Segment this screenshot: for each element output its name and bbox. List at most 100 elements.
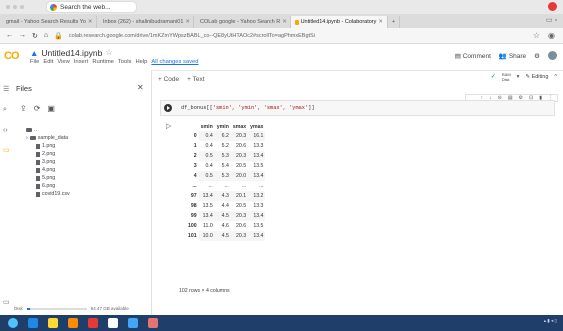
file-icon [36,151,40,157]
close-tab-icon[interactable]: ✕ [88,19,93,25]
row-index: 2 [193,153,197,159]
notebook-title[interactable]: ▲ Untitled14.ipynb ☆ [30,47,113,58]
taskbar-app-icon[interactable] [148,318,158,328]
file-item[interactable]: 6.png [26,182,70,190]
sidebar-title: Files [16,84,32,93]
row-index: 97 [190,193,197,199]
close-tab-icon[interactable]: ✕ [378,19,383,25]
chevron-down-icon[interactable]: ▾ [517,74,520,80]
changes-saved-link[interactable]: All changes saved [151,59,198,65]
browser-tab[interactable]: Inbox (262) - shalinibudramani01 ✕ [97,16,194,28]
table-cell: 13.5 [253,223,264,229]
folder-icon [29,136,36,140]
avatar[interactable] [548,51,557,60]
toc-icon[interactable]: ☰ [3,85,9,93]
output-icon[interactable]: ▷ [166,122,171,130]
upload-icon[interactable]: ⇪ [20,104,27,113]
web-search-input[interactable]: Search the web... [46,1,137,13]
table-cell: 20.0 [230,171,249,181]
star-icon[interactable]: ☆ [533,31,540,40]
taskbar-app-icon[interactable] [68,318,78,328]
menu-runtime[interactable]: Runtime [92,59,114,65]
settings-gear-icon[interactable]: ⚙ [534,52,540,60]
menu-view[interactable]: View [57,59,69,65]
code-snippets-icon[interactable]: ‹› [3,127,8,134]
add-text-button[interactable]: + Text [187,76,204,83]
file-item[interactable]: 3.png [26,158,70,166]
table-row: 1 0.4 5.2 20.6 13.3 [186,141,265,151]
window-buttons[interactable]: ▭▫ [546,16,559,24]
parent-dir[interactable]: .. [26,126,70,134]
taskbar-app-icon[interactable] [128,318,138,328]
star-outline-icon[interactable]: ☆ [105,47,113,58]
collapse-icon[interactable]: ^ [554,74,557,80]
code-cell[interactable]: df_bonus[['smin', 'ymin', 'smax', 'ymax'… [160,100,555,116]
table-cell: 20.5 [236,163,247,169]
opera-icon[interactable] [548,2,557,11]
notebook-title-text[interactable]: Untitled14.ipynb [41,48,102,58]
row-index: 4 [193,173,197,179]
menu-bar: File Edit View Insert Runtime Tools Help All ch… [30,59,198,65]
taskbar-app-icon[interactable] [108,318,118,328]
table-cell: ... [208,183,213,189]
dataframe-shape: 102 rows × 4 columns [179,288,230,294]
window-controls[interactable] [6,5,24,9]
run-cell-icon[interactable] [164,104,172,112]
taskbar-app-icon[interactable] [88,318,98,328]
menu-tools[interactable]: Tools [118,59,132,65]
colab-logo[interactable]: CO [4,50,19,62]
table-cell: 0.5 [198,171,215,181]
start-button[interactable] [8,318,18,328]
address-bar: ← → ↻ ⌂ 🔒 colab.research.google.com/driv… [0,28,563,44]
table-cell: 13.4 [248,231,266,241]
search-icon[interactable]: ⌕ [3,106,7,114]
browser-tab[interactable]: gmail - Yahoo Search Results Yo ✕ [0,16,97,28]
resources-indicator[interactable]: ✓ [491,74,496,80]
file-item[interactable]: 4.png [26,166,70,174]
tab-label: COLab google - Yahoo Search R [200,19,281,25]
taskbar-app-icon[interactable] [48,318,58,328]
share-button[interactable]: 👥 Share [499,52,526,60]
close-tab-icon[interactable]: ✕ [185,19,190,25]
table-cell: 4.4 [221,203,229,209]
editing-button[interactable]: ✎ Editing [525,74,548,80]
terminal-icon[interactable]: ▭ [3,298,10,306]
comment-button[interactable]: ▤ Comment [455,52,491,60]
url-field[interactable]: colab.research.google.com/drive/1mKZmYWp… [69,33,499,39]
forward-icon[interactable]: → [19,32,26,39]
menu-help[interactable]: Help [135,59,147,65]
table-cell: 20.6 [236,223,247,229]
file-item[interactable]: 2.png [26,150,70,158]
row-index: 101 [188,233,197,239]
folder-sample-data[interactable]: › sample_data [26,134,70,142]
table-cell: 13.4 [198,191,215,201]
table-row: 0 0.4 6.2 20.3 16.1 [186,131,266,141]
disk-bar [26,307,87,310]
close-tab-icon[interactable]: ✕ [282,19,287,25]
new-tab-button[interactable]: + [388,16,401,28]
browser-tab[interactable]: COLab google - Yahoo Search R ✕ [194,16,291,28]
browser-tab[interactable]: Untitled14.ipynb - Colaboratory ✕ [291,16,388,28]
menu-insert[interactable]: Insert [74,59,89,65]
refresh-folder-icon[interactable]: ⟳ [34,104,41,113]
table-cell: 13.4 [198,211,215,221]
home-icon[interactable]: ⌂ [44,32,48,39]
back-icon[interactable]: ← [6,32,13,39]
files-icon[interactable]: ▭ [3,146,10,154]
code-text[interactable]: df_bonus[['smin', 'ymin', 'smax', 'ymax'… [181,105,315,111]
file-item[interactable]: covid19.csv [26,190,70,198]
reload-icon[interactable]: ↻ [32,32,38,40]
taskbar-app-icon[interactable] [28,318,38,328]
table-cell: 5.3 [214,171,231,181]
close-icon[interactable]: ✕ [137,83,144,92]
file-item[interactable]: 1.png [26,142,70,150]
extension-icon[interactable]: ◉ [548,31,555,40]
menu-file[interactable]: File [30,59,39,65]
file-item[interactable]: 5.png [26,174,70,182]
add-code-button[interactable]: + Code [158,76,179,83]
table-cell: 0.4 [205,163,213,169]
taskbar: ▴ ▮ ◂ ▯ [0,315,563,331]
mount-drive-icon[interactable]: ▣ [47,104,55,113]
menu-edit[interactable]: Edit [43,59,53,65]
system-tray[interactable]: ▴ ▮ ◂ ▯ [544,318,557,323]
